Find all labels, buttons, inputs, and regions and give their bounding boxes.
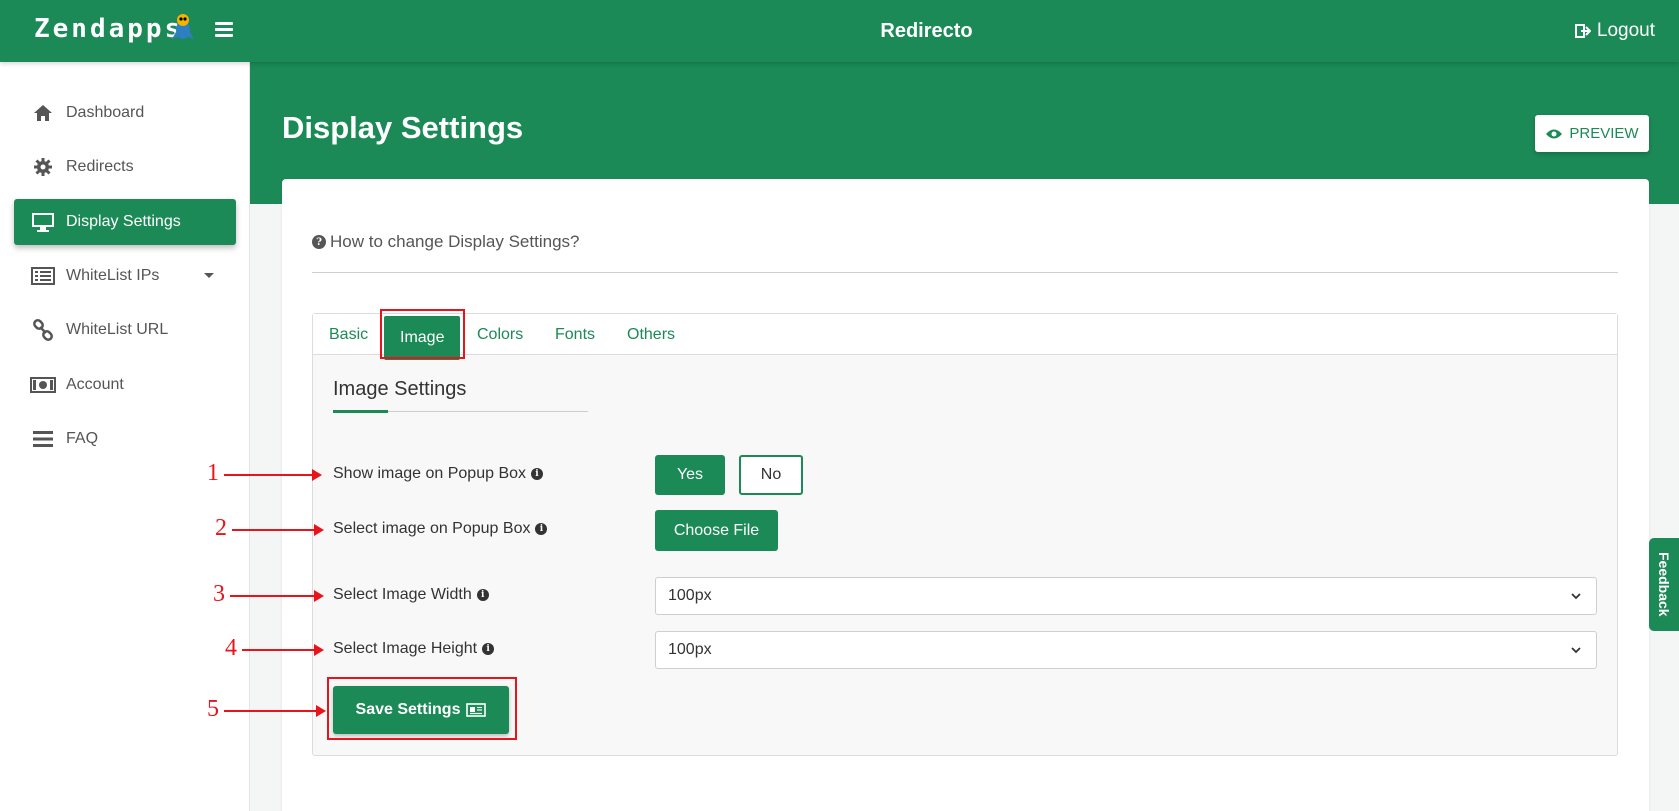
- sidebar-item-account[interactable]: Account: [14, 362, 236, 408]
- home-icon: [30, 102, 56, 124]
- annotation-arrow: [224, 469, 322, 481]
- chevron-down-icon: [204, 273, 214, 278]
- help-link[interactable]: ? How to change Display Settings?: [312, 232, 579, 252]
- tab-colors[interactable]: Colors: [477, 314, 523, 355]
- annotation-arrow: [224, 705, 326, 717]
- image-width-value: 100px: [668, 587, 712, 604]
- sidebar-item-faq[interactable]: FAQ: [14, 416, 236, 462]
- list-icon: [30, 265, 56, 287]
- info-icon[interactable]: i: [535, 523, 548, 535]
- annotation-number: 2: [215, 515, 227, 541]
- help-text: How to change Display Settings?: [330, 232, 580, 251]
- bars-icon: [30, 428, 56, 450]
- tab-basic[interactable]: Basic: [329, 314, 368, 355]
- page-title: Display Settings: [282, 110, 524, 145]
- yes-button[interactable]: Yes: [655, 455, 725, 495]
- image-height-field-label: Select Image Height i: [333, 640, 495, 658]
- annotation-number: 3: [213, 581, 225, 607]
- link-icon: [30, 319, 56, 341]
- logout-icon: [1574, 24, 1591, 38]
- no-button[interactable]: No: [739, 455, 803, 495]
- show-image-label: Show image on Popup Box: [333, 465, 527, 482]
- section-rule-accent: [333, 410, 388, 413]
- monitor-icon: [30, 211, 56, 233]
- sidebar-item-redirects[interactable]: Redirects: [14, 144, 236, 190]
- chevron-down-icon: [1571, 647, 1581, 654]
- image-width-field-label: Select Image Width i: [333, 586, 489, 604]
- tab-others[interactable]: Others: [627, 314, 675, 355]
- app-title: Redirecto: [880, 20, 973, 42]
- brand-logo[interactable]: Zendapps: [34, 14, 183, 44]
- bird-logo-icon: [172, 14, 194, 39]
- sidebar-item-label: WhiteList IPs: [66, 267, 160, 284]
- sidebar-item-display-settings[interactable]: Display Settings: [14, 199, 236, 245]
- preview-button[interactable]: PREVIEW: [1535, 115, 1649, 152]
- annotation-box-save: [327, 677, 517, 740]
- chevron-down-icon: [1571, 593, 1581, 600]
- select-image-field-label: Select image on Popup Box i: [333, 520, 548, 538]
- tab-fonts[interactable]: Fonts: [555, 314, 595, 355]
- sidebar-item-whitelist-ips[interactable]: WhiteList IPs: [14, 253, 236, 299]
- question-circle-icon: ?: [312, 235, 326, 249]
- top-bar: Zendapps Redirecto Logout: [0, 0, 1679, 62]
- preview-label: PREVIEW: [1569, 125, 1639, 142]
- annotation-arrow: [232, 524, 324, 536]
- choose-file-button[interactable]: Choose File: [655, 510, 778, 551]
- image-width-select[interactable]: 100px: [655, 577, 1597, 615]
- image-width-label: Select Image Width: [333, 586, 472, 603]
- sidebar-item-label: WhiteList URL: [66, 321, 169, 338]
- logout-button[interactable]: Logout: [1574, 20, 1655, 42]
- divider: [312, 272, 1618, 273]
- annotation-number: 1: [207, 460, 219, 486]
- info-icon[interactable]: i: [476, 589, 489, 601]
- annotation-arrow: [230, 590, 324, 602]
- feedback-label: Feedback: [1656, 552, 1672, 617]
- logout-label: Logout: [1596, 20, 1655, 41]
- image-height-label: Select Image Height: [333, 640, 478, 657]
- money-icon: [30, 374, 56, 396]
- tab-strip: Basic Image Colors Fonts Others: [313, 314, 1617, 360]
- eye-icon: [1546, 129, 1563, 138]
- sidebar-item-label: Redirects: [66, 158, 134, 175]
- sidebar-item-label: Dashboard: [66, 104, 145, 121]
- menu-toggle-icon[interactable]: [215, 22, 233, 38]
- section-title: Image Settings: [333, 378, 467, 400]
- sidebar-item-label: FAQ: [66, 430, 99, 447]
- annotation-arrow: [242, 644, 324, 656]
- sidebar-item-label: Display Settings: [66, 213, 181, 230]
- image-height-value: 100px: [668, 641, 712, 658]
- annotation-number: 5: [207, 696, 219, 722]
- info-icon[interactable]: i: [531, 468, 544, 480]
- annotation-number: 4: [225, 635, 237, 661]
- sidebar-item-whitelist-url[interactable]: WhiteList URL: [14, 307, 236, 353]
- sidebar-item-label: Account: [66, 376, 124, 393]
- gear-icon: [30, 156, 56, 178]
- annotation-box-image-tab: [380, 309, 465, 359]
- feedback-tab[interactable]: Feedback: [1649, 538, 1679, 631]
- select-image-label: Select image on Popup Box: [333, 520, 531, 537]
- info-icon[interactable]: i: [482, 643, 495, 655]
- sidebar-item-dashboard[interactable]: Dashboard: [14, 90, 236, 136]
- image-height-select[interactable]: 100px: [655, 631, 1597, 669]
- show-image-field-label: Show image on Popup Box i: [333, 465, 544, 483]
